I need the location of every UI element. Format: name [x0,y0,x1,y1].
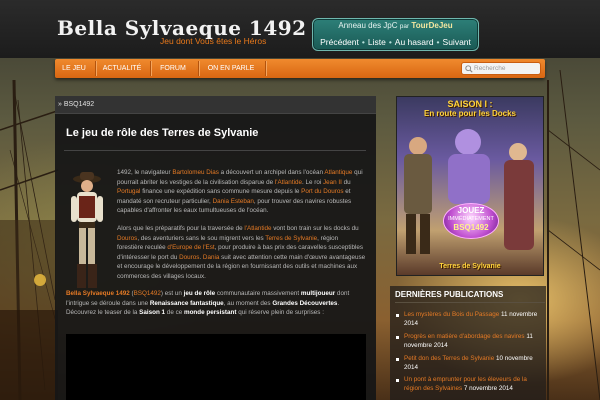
promo-characters-illustration [404,129,534,254]
paragraph-text: vont bon train sur les docks du [271,225,359,232]
intro-paragraph-3: Bella Sylvaeque 1492 (BSQ1492) est un je… [66,289,366,318]
recent-post-item[interactable]: Un pont à emprunter pour les éleveurs de… [396,375,546,393]
webring-links: Précédent • Liste • Au hasard • Suivant [313,37,478,47]
site-header: Bella Sylvaeque 1492 Jeu dont Vous êtes … [0,0,600,58]
nav-separator [198,61,199,76]
recent-post-item[interactable]: Petit don des Terres de Sylvanie 10 nove… [396,354,546,372]
inline-link[interactable]: Terres de Sylvanie [265,235,317,242]
paragraph-text: Renaissance fantastique [149,299,224,307]
webring-title-par: par [399,23,410,30]
paragraph-text: Alors que les préparatifs pour la traver… [117,225,245,232]
paragraph-text: Grandes Découvertes [272,299,338,307]
nav-separator [265,61,266,76]
promo-badge-line-2: IMMÉDIATEMENT [448,216,494,222]
nav-item-on-en-parle[interactable]: ON EN PARLE [203,59,259,78]
inline-link[interactable]: Dania Esteban [213,198,254,205]
title-divider [64,150,366,151]
paragraph-text: du [341,178,351,186]
webring-title: Anneau des JpC par TourDeJeu [313,21,478,30]
paragraph-text: , au moment des [223,299,273,307]
recent-post-title[interactable]: Petit don des Terres de Sylvanie [404,355,494,362]
promo-season-subtitle: En route pour les Docks [423,109,517,118]
webring-next-link[interactable]: Suivant [443,37,471,47]
search-placeholder: Recherche [474,65,506,72]
video-player[interactable] [66,334,366,400]
inline-link[interactable]: Jean II [323,179,342,186]
character-illustration [71,172,103,288]
recent-posts-divider [395,302,545,303]
recent-post-title[interactable]: Les mystères du Bois du Passage [404,311,499,318]
webring-prev-link[interactable]: Précédent [320,37,359,47]
site-tagline: Jeu dont Vous êtes le Héros [160,36,267,46]
inline-link[interactable]: d'Europe de l'Est [167,244,214,251]
promo-badge-line-3: BSQ1492 [453,223,489,232]
inline-link[interactable]: Dania [203,254,219,261]
inline-link[interactable]: Port du Douros [301,188,343,195]
paragraph-text: a découvert un archipel dans l'océan [218,169,325,176]
nav-item-actualite[interactable]: ACTUALITÉ [99,59,145,78]
paragraph-text: qui réserve plein de surprises : [236,309,324,316]
promo-badge-line-1: JOUEZ [457,206,485,215]
webring-sep: • [361,37,365,47]
nav-item-le-jeu[interactable]: LE JEU [59,59,89,78]
paragraph-text: finance une expédition sans commune mesu… [140,188,302,195]
webring-random-link[interactable]: Au hasard [395,37,434,47]
promo-season-title: SAISON I : [447,99,493,109]
recent-post-title[interactable]: Progrès en matière d'abordage des navire… [404,333,525,340]
inline-link[interactable]: Douros [117,235,137,242]
webring-title-text: Anneau des JpC [338,21,398,30]
inline-link[interactable]: Bartolomeu Dias [172,169,219,176]
inline-link[interactable]: Bella Sylvaeque 1492 [66,290,130,297]
inline-link[interactable]: l'Atlantide [275,179,302,186]
inline-link[interactable]: Portugal [117,188,140,195]
inline-link[interactable]: Atlantique [324,169,352,176]
recent-post-item[interactable]: Les mystères du Bois du Passage 11 novem… [396,310,546,328]
recent-post-item[interactable]: Progrès en matière d'abordage des navire… [396,332,546,350]
page-title: Le jeu de rôle des Terres de Sylvanie [66,127,259,139]
webring-sep: • [436,37,440,47]
promo-footer-title: Terres de Sylvanie [439,263,501,270]
webring-widget: Anneau des JpC par TourDeJeu Précédent • L… [312,18,479,51]
inline-link[interactable]: l'Atlantide [244,225,271,232]
paragraph-text: de ce [165,309,184,316]
recent-posts-heading: DERNIÈRES PUBLICATIONS [395,290,504,299]
paragraph-text: multijoueur [300,290,336,297]
paragraph-text: Saison 1 [139,309,166,316]
nav-item-forum[interactable]: FORUM [155,59,191,78]
paragraph-text: ) est un [160,290,184,297]
inline-link[interactable]: BSQ1492 [134,290,161,297]
intro-paragraph-2: Alors que les préparatifs pour la traver… [117,224,366,281]
paragraph-text: communautaire massivement [215,290,301,297]
nav-separator [150,61,151,76]
season-promo-banner[interactable]: SAISON I : En route pour les Docks JOUEZ… [396,96,544,276]
nav-separator [95,61,96,76]
search-icon [465,65,473,73]
inline-link[interactable]: Douros [179,254,199,261]
search-input[interactable]: Recherche [461,62,541,75]
recent-post-date: 7 novembre 2014 [463,385,513,392]
breadcrumb[interactable]: » BSQ1492 [55,96,376,114]
webring-sep: • [388,37,392,47]
webring-list-link[interactable]: Liste [368,37,386,47]
paragraph-text: monde persistant [183,309,237,316]
paragraph-text: . Le roi [301,178,323,186]
webring-brand[interactable]: TourDeJeu [411,21,452,30]
intro-paragraph-1: 1492, le navigateur Bartolomeu Dias a dé… [117,168,366,216]
paragraph-text: 1492, le navigateur [117,169,173,176]
paragraph-text: jeu de rôle [183,290,216,297]
paragraph-text: , des aventuriers sans le sou migrent ve… [137,234,266,242]
